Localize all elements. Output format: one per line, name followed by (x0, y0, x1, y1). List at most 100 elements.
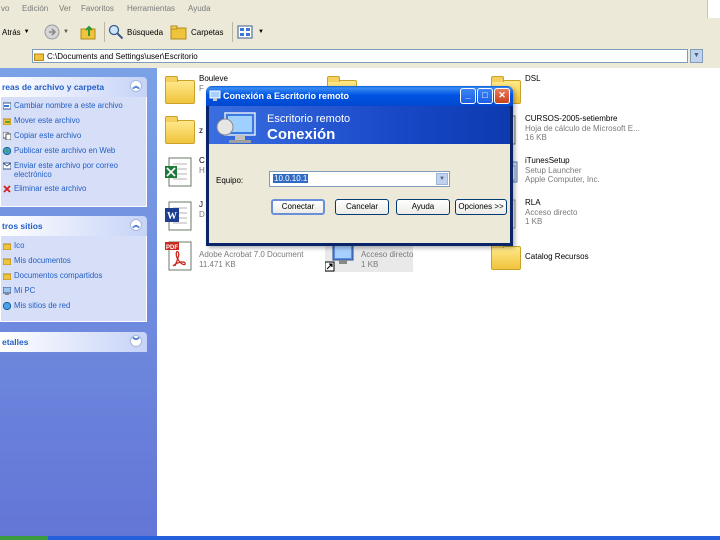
toolbar-separator (232, 22, 233, 42)
folders-label: Carpetas (191, 27, 224, 37)
dialog-titlebar[interactable]: Conexión a Escritorio remoto _ □ ✕ (206, 86, 513, 106)
copy-icon (3, 132, 11, 140)
globe-icon (3, 147, 11, 155)
chevron-down-icon: ▼ (63, 29, 69, 35)
maximize-button[interactable]: □ (477, 88, 493, 104)
file-name: C (199, 156, 205, 165)
folder-icon (3, 243, 11, 250)
taskbar[interactable] (0, 536, 720, 540)
address-dropdown-button[interactable]: ▼ (690, 49, 703, 63)
task-move[interactable]: Mover este archivo (3, 116, 80, 125)
banner-title: Conexión (267, 126, 336, 143)
file-name: CURSOS-2005-setiembre (525, 114, 618, 123)
file-tasks-panel: Cambiar nombre a este archivo Mover este… (0, 97, 147, 207)
search-button[interactable]: Búsqueda (108, 23, 163, 41)
menu-ver[interactable]: Ver (59, 4, 71, 13)
file-name: Catalog Recursos (525, 252, 589, 261)
svg-text:PDF: PDF (166, 245, 178, 251)
options-button[interactable]: Opciones >> (455, 199, 507, 215)
menu-edicion[interactable]: Edición (22, 4, 48, 13)
cancel-button[interactable]: Cancelar (335, 199, 389, 215)
address-input[interactable]: C:\Documents and Settings\user\Escritori… (32, 49, 688, 63)
remote-desktop-dialog: Conexión a Escritorio remoto _ □ ✕ Escri… (206, 86, 513, 246)
file-tasks-header[interactable]: reas de archivo y carpeta ︽ (0, 77, 147, 97)
computer-combobox[interactable]: 10.0.10.1 ▼ (269, 171, 450, 187)
minimize-button[interactable]: _ (460, 88, 476, 104)
file-name: J (199, 200, 203, 209)
forward-button[interactable]: ▼ (44, 23, 69, 41)
file-tasks-title: reas de archivo y carpeta (2, 82, 105, 92)
task-pane: reas de archivo y carpeta ︽ Cambiar nomb… (0, 68, 157, 540)
menu-archivo[interactable]: vo (1, 4, 9, 13)
task-email[interactable]: Enviar este archivo por correo electróni… (3, 161, 133, 179)
place-network[interactable]: Mis sitios de red (3, 301, 70, 310)
search-label: Búsqueda (127, 27, 164, 37)
chevron-down-icon: ▼ (258, 29, 264, 35)
excel-icon (163, 156, 195, 188)
file-name: iTunesSetup (525, 156, 570, 165)
computer-value: 10.0.10.1 (273, 174, 309, 183)
search-icon (108, 24, 124, 40)
delete-icon (3, 185, 11, 193)
place-desktop-label: Ico (14, 241, 25, 250)
file-item[interactable]: CH (163, 156, 205, 188)
back-label: Atrás (2, 27, 21, 37)
move-icon (3, 118, 11, 125)
task-delete[interactable]: Eliminar este archivo (3, 184, 86, 193)
details-header[interactable]: etalles ︾ (0, 332, 147, 352)
file-type: Hoja de cálculo de Microsoft E... (525, 123, 640, 133)
file-size: 16 KB (525, 133, 547, 142)
start-button[interactable] (0, 536, 48, 540)
close-button[interactable]: ✕ (494, 88, 510, 104)
address-bar: C:\Documents and Settings\user\Escritori… (0, 46, 720, 69)
help-button[interactable]: Ayuda (396, 199, 450, 215)
place-desktop[interactable]: Ico (3, 241, 24, 250)
file-item[interactable]: z (163, 114, 203, 146)
folder-icon (163, 114, 195, 146)
task-move-label: Mover este archivo (14, 116, 80, 125)
up-folder-button[interactable] (80, 23, 98, 41)
menu-favoritos[interactable]: Favoritos (81, 4, 114, 13)
file-type: Acceso directo (525, 207, 578, 217)
chevron-down-icon[interactable]: ▼ (436, 173, 448, 185)
up-folder-icon (80, 25, 96, 40)
file-name: DSL (525, 74, 541, 83)
computer-label: Equipo: (216, 176, 244, 185)
menu-herramientas[interactable]: Herramientas (127, 4, 175, 13)
folder-icon (163, 74, 195, 106)
expand-icon[interactable]: ︾ (130, 335, 142, 347)
svg-text:W: W (167, 211, 177, 222)
file-type: Adobe Acrobat 7.0 Document (199, 250, 304, 259)
menu-ayuda[interactable]: Ayuda (188, 4, 211, 13)
task-rename[interactable]: Cambiar nombre a este archivo (3, 101, 123, 110)
file-item[interactable]: W JD (163, 200, 205, 232)
connect-button[interactable]: Conectar (271, 199, 325, 215)
email-icon (3, 162, 11, 170)
collapse-icon[interactable]: ︽ (130, 219, 142, 231)
place-my-documents-label: Mis documentos (14, 256, 71, 265)
menu-bar: vo Edición Ver Favoritos Herramientas Ay… (0, 0, 720, 19)
back-button[interactable]: Atrás ▼ (2, 23, 30, 41)
folders-button[interactable]: Carpetas (170, 23, 223, 41)
word-icon: W (163, 200, 195, 232)
task-publish-label: Publicar este archivo en Web (14, 146, 116, 155)
task-copy-label: Copiar este archivo (14, 131, 82, 140)
file-type: H (199, 165, 205, 175)
task-copy[interactable]: Copiar este archivo (3, 131, 81, 140)
place-shared-documents-label: Documentos compartidos (14, 271, 103, 280)
other-places-header[interactable]: tros sitios ︽ (0, 216, 147, 236)
collapse-icon[interactable]: ︽ (130, 80, 142, 92)
toolbar-separator (104, 22, 105, 42)
place-my-pc[interactable]: Mi PC (3, 286, 35, 295)
network-icon (3, 302, 11, 310)
dialog-title: Conexión a Escritorio remoto (223, 91, 350, 101)
dialog-banner: Escritorio remoto Conexión (209, 106, 510, 144)
other-places-title: tros sitios (2, 221, 43, 231)
place-shared-documents[interactable]: Documentos compartidos (3, 271, 102, 280)
folder-icon (34, 53, 44, 61)
views-button[interactable]: ▼ (237, 23, 264, 41)
task-publish[interactable]: Publicar este archivo en Web (3, 146, 115, 155)
place-my-documents[interactable]: Mis documentos (3, 256, 71, 265)
pdf-icon: PDF (163, 240, 195, 272)
task-rename-label: Cambiar nombre a este archivo (14, 101, 123, 110)
